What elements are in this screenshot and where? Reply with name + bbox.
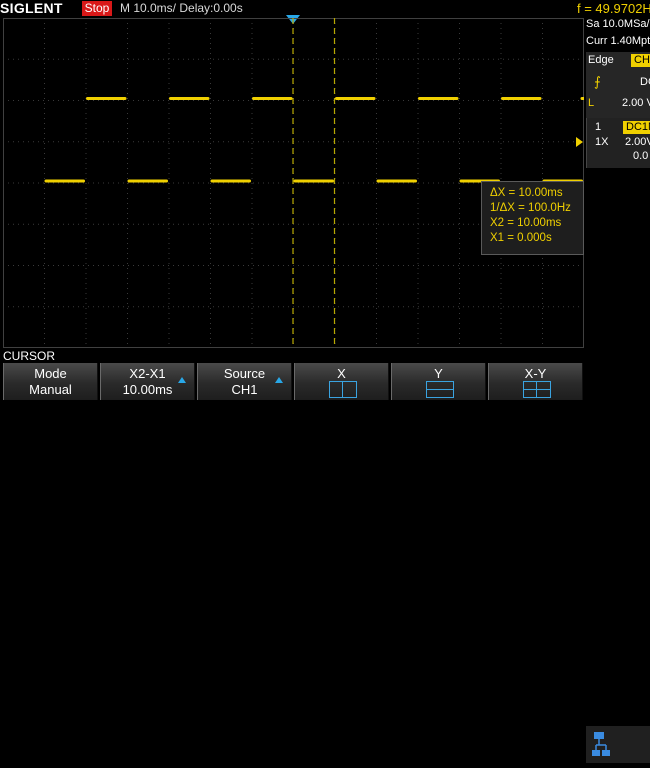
y-cursor-label: Y	[434, 366, 443, 381]
top-status-bar: SIGLENT Stop M 10.0ms/ Delay:0.00s f = 4…	[0, 0, 650, 17]
side-info-panel: Sa 10.0MSa/ Curr 1.40Mpt Edge CH ⨍ DC L …	[586, 17, 650, 348]
menu-title: CURSOR	[3, 349, 56, 363]
rising-edge-icon: ⨍	[594, 74, 601, 89]
x-cursor-label: X	[337, 366, 346, 381]
trigger-type: Edge	[588, 54, 614, 66]
trigger-level-label: L	[588, 97, 595, 109]
source-value: CH1	[231, 382, 258, 397]
xy-cursor-icon	[523, 381, 551, 398]
inverse-delta-x-readout: 1/ΔX = 100.0Hz	[490, 202, 571, 214]
trigger-coupling: DC	[640, 76, 650, 88]
x2-x1-value: 10.00ms	[122, 382, 173, 397]
delta-x-readout: ΔX = 10.00ms	[490, 187, 563, 199]
trigger-level: 2.00 V	[622, 97, 650, 109]
brand-logo: SIGLENT	[0, 0, 63, 16]
sample-rate: Sa 10.0MSa/	[586, 18, 650, 30]
run-stop-badge[interactable]: Stop	[82, 1, 112, 16]
x-cursor-softkey[interactable]: X	[294, 363, 389, 400]
probe-attenuation: 1X	[595, 136, 609, 148]
trigger-source-badge: CH	[631, 54, 650, 67]
channel-number: 1	[595, 121, 602, 133]
source-softkey[interactable]: Source CH1	[197, 363, 292, 400]
channel-offset: 0.0	[633, 150, 649, 162]
mode-softkey[interactable]: Mode Manual	[3, 363, 98, 400]
network-status-icon[interactable]	[586, 726, 650, 763]
mode-value: Manual	[29, 382, 72, 397]
x1-readout: X1 = 0.000s	[490, 232, 552, 244]
timebase-readout: M 10.0ms/ Delay:0.00s	[120, 1, 243, 15]
channel1-info-box[interactable]: 1 DC1M 1X 2.00V 0.0	[586, 118, 650, 168]
x2-readout: X2 = 10.00ms	[490, 217, 562, 229]
xy-cursor-label: X-Y	[524, 366, 547, 381]
up-arrow-icon	[178, 377, 186, 383]
softkey-menu: Mode Manual X2-X1 10.00ms Source CH1 X Y…	[0, 363, 650, 763]
mode-label: Mode	[34, 366, 67, 381]
y-cursor-icon	[426, 381, 454, 398]
volts-per-div: 2.00V	[625, 136, 650, 148]
up-arrow-icon	[275, 377, 283, 383]
memory-depth: Curr 1.40Mpt	[586, 35, 650, 47]
cursor-measurement-box: ΔX = 10.00ms 1/ΔX = 100.0Hz X2 = 10.00ms…	[481, 181, 584, 255]
channel-coupling-badge: DC1M	[623, 121, 650, 134]
x-cursor-icon	[329, 381, 357, 398]
trigger-level-marker	[576, 137, 583, 147]
xy-cursor-softkey[interactable]: X-Y	[488, 363, 583, 400]
x2-x1-softkey[interactable]: X2-X1 10.00ms	[100, 363, 195, 400]
y-cursor-softkey[interactable]: Y	[391, 363, 486, 400]
frequency-readout: f = 49.9702H	[577, 1, 650, 16]
